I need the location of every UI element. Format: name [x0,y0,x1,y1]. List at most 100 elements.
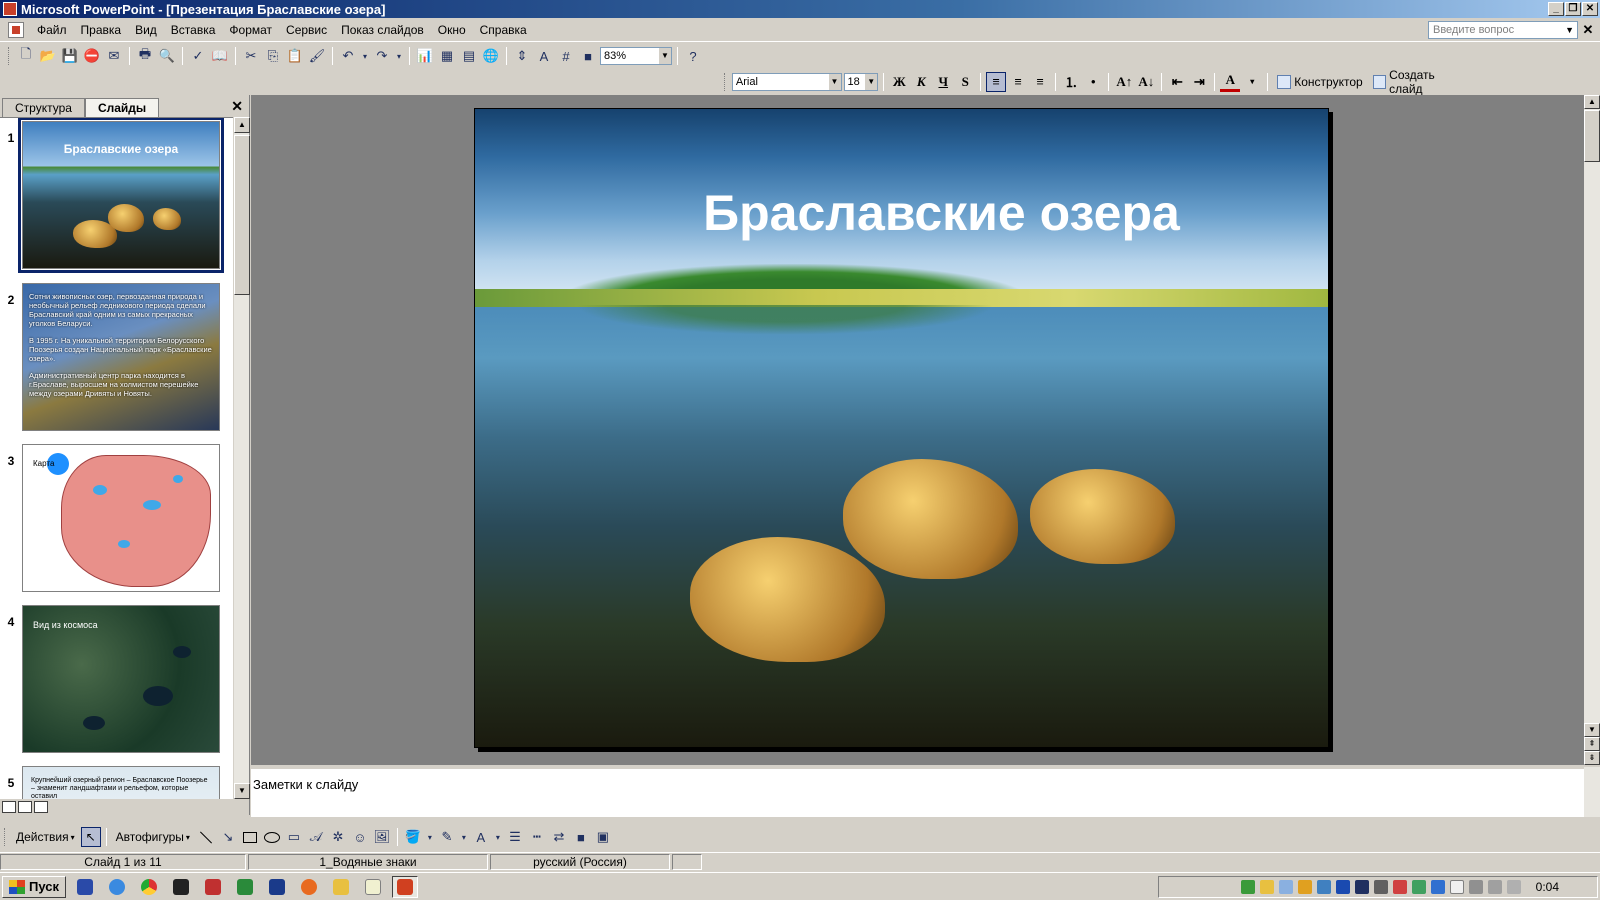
chevron-down-icon[interactable]: ▾ [493,827,503,847]
select-objects-icon[interactable]: ↖ [80,827,101,847]
close-icon[interactable]: ✕ [231,98,243,115]
expand-all-icon[interactable]: ⇕ [512,46,532,66]
monitor-icon[interactable] [1354,880,1369,894]
powerpoint-taskbar-icon[interactable] [392,875,418,898]
slide-scrollbar[interactable]: ▲ ▼ ⇞ ⇟ [1584,95,1600,765]
line-style-icon[interactable]: ☰ [505,827,525,847]
print-icon[interactable]: 🖶 [135,46,155,66]
save-taskbar-icon[interactable] [72,876,98,898]
dash-style-icon[interactable]: ┅ [527,827,547,847]
bullets-icon[interactable]: • [1083,72,1103,92]
speaker-icon[interactable] [1392,880,1407,894]
clock[interactable]: 0:04 [1536,880,1559,894]
display-icon[interactable] [1373,880,1388,894]
slide-2-preview[interactable]: Сотни живописных озер, первозданная прир… [22,283,220,431]
firefox-icon[interactable] [296,876,322,898]
close-button[interactable]: ✕ [1582,2,1598,16]
spelling-icon[interactable]: ✓ [188,46,208,66]
print-preview-icon[interactable]: 🔍 [157,46,177,66]
zoom-select[interactable]: 83% ▼ [600,47,672,65]
italic-button[interactable]: К [911,72,931,92]
decrease-font-icon[interactable]: A↓ [1136,72,1156,92]
scroll-up-icon[interactable]: ▲ [234,117,250,133]
font-size-select[interactable]: 18 ▼ [843,72,879,91]
slide-4-preview[interactable]: Вид из космоса [22,605,220,753]
scroll-thumb[interactable] [1584,110,1600,162]
folder-icon[interactable] [1259,880,1274,894]
previous-slide-icon[interactable]: ⇞ [1584,737,1600,751]
cut-icon[interactable]: ✂ [241,46,261,66]
notes-scrollbar[interactable] [1584,767,1600,817]
notepad-icon[interactable] [360,876,386,898]
chevron-down-icon[interactable]: ▼ [828,73,841,90]
cmd-icon[interactable] [168,876,194,898]
oval-icon[interactable] [262,827,282,847]
font-select[interactable]: Arial ▼ [731,72,842,91]
toolbar-grip[interactable] [724,72,727,91]
slide-1-preview[interactable]: Браславские озера [18,118,224,273]
save-icon[interactable]: 💾 [60,46,80,66]
chrome-icon[interactable] [136,876,162,898]
wordart-icon[interactable]: 𝒜 [306,827,326,847]
picture-icon[interactable]: 🖼 [372,827,392,847]
insert-chart-icon[interactable]: 📊 [415,46,435,66]
new-slide-button[interactable]: Создать слайд [1369,68,1472,96]
open-icon[interactable]: 📂 [38,46,58,66]
menu-view[interactable]: Вид [128,23,164,37]
designer-button[interactable]: Конструктор [1273,74,1366,89]
research-icon[interactable]: 📖 [210,46,230,66]
new-icon[interactable]: 🗋 [16,46,36,66]
copy-icon[interactable]: ⎘ [263,46,283,66]
scroll-down-icon[interactable]: ▼ [1584,723,1600,737]
shadow-style-icon[interactable]: ■ [571,827,591,847]
format-painter-icon[interactable]: 🖌 [307,46,327,66]
redo-icon[interactable]: ↷ [372,46,392,66]
underline-button[interactable]: Ч [933,72,953,92]
slide-thumbnail-2[interactable]: 2 Сотни живописных озер, первозданная пр… [0,283,234,431]
3d-style-icon[interactable]: ▣ [593,827,613,847]
undo-icon[interactable]: ↶ [338,46,358,66]
shadow-button[interactable]: S [955,72,975,92]
align-right-icon[interactable]: ≡ [1030,72,1050,92]
slide-thumbnail-3[interactable]: 3 Карта [0,444,234,592]
volume-icon[interactable] [1506,880,1521,894]
increase-indent-icon[interactable]: ⇥ [1189,72,1209,92]
flag-icon[interactable] [1449,880,1464,894]
tab-slides[interactable]: Слайды [84,98,160,117]
insert-table-icon[interactable]: ▦ [437,46,457,66]
slideshow-view-icon[interactable] [34,801,48,813]
update-icon[interactable] [1316,880,1331,894]
line-color-icon[interactable]: ✎ [437,827,457,847]
usb-icon[interactable] [1468,880,1483,894]
menu-help[interactable]: Справка [473,23,534,37]
battery-icon[interactable] [1297,880,1312,894]
scroll-up-icon[interactable]: ▲ [1584,95,1600,109]
network-icon[interactable] [1278,880,1293,894]
menu-tools[interactable]: Сервис [279,23,334,37]
scroll-down-icon[interactable]: ▼ [234,783,250,799]
line-icon[interactable] [196,827,216,847]
menu-format[interactable]: Формат [222,23,279,37]
clipart-icon[interactable]: ☺ [350,827,370,847]
language-indicator[interactable]: русский (Россия) [490,853,670,870]
slide-sorter-icon[interactable] [18,801,32,813]
rectangle-icon[interactable] [240,827,260,847]
current-slide[interactable]: Браславские озера [474,108,1329,748]
explorer-icon[interactable] [328,876,354,898]
excel-icon[interactable] [232,876,258,898]
color-grayscale-icon[interactable]: ■ [578,46,598,66]
notes-pane[interactable]: Заметки к слайду [251,767,1584,817]
normal-view-icon[interactable] [2,801,16,813]
undo-dropdown-icon[interactable]: ▾ [360,46,370,66]
chevron-down-icon[interactable]: ▼ [659,48,671,64]
document-icon[interactable] [8,21,24,38]
next-slide-icon[interactable]: ⇟ [1584,751,1600,765]
chevron-down-icon[interactable]: ▾ [459,827,469,847]
bluetooth-icon[interactable] [1335,880,1350,894]
security-icon[interactable] [1240,880,1255,894]
font-color-icon[interactable]: A [471,827,491,847]
fill-color-icon[interactable]: 🪣 [403,827,423,847]
document-close-button[interactable]: ✕ [1578,22,1598,38]
minimize-button[interactable]: _ [1548,2,1564,16]
menu-insert[interactable]: Вставка [164,23,223,37]
